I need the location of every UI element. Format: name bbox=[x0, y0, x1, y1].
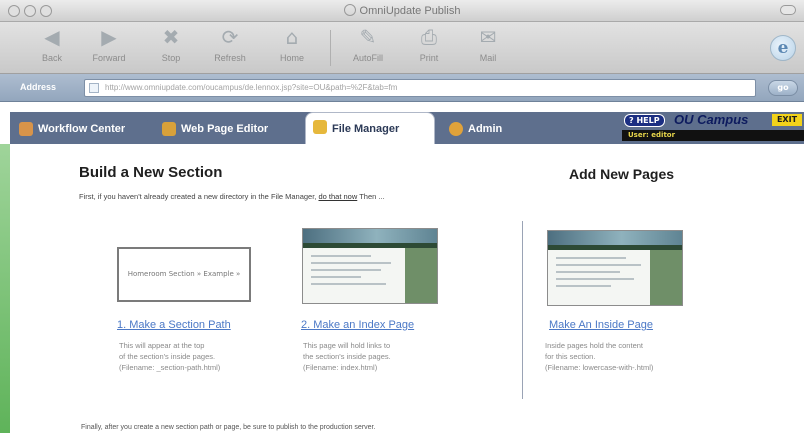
address-label: Address bbox=[20, 82, 57, 92]
forward-button[interactable]: ▶ Forward bbox=[81, 26, 137, 70]
stop-button[interactable]: ✖ Stop bbox=[143, 26, 199, 70]
intro-text: First, if you haven't already created a … bbox=[79, 192, 385, 201]
exit-button[interactable]: EXIT bbox=[772, 114, 802, 126]
refresh-button[interactable]: ⟳ Refresh bbox=[202, 26, 258, 70]
window-titlebar: OmniUpdate Publish bbox=[0, 0, 804, 22]
go-button[interactable]: go bbox=[768, 80, 798, 96]
tab-workflow-center[interactable]: Workflow Center bbox=[12, 115, 148, 144]
page-icon bbox=[89, 83, 99, 93]
section-path-thumb-text: Homeroom Section » Example » bbox=[127, 270, 241, 278]
refresh-icon: ⟳ bbox=[221, 25, 239, 49]
page-globe-icon bbox=[343, 4, 356, 16]
workflow-icon bbox=[19, 122, 33, 136]
back-arrow-icon: ◀ bbox=[44, 25, 60, 49]
forward-arrow-icon: ▶ bbox=[101, 25, 117, 49]
user-status-bar: User: editor bbox=[622, 130, 804, 141]
user-label: User: editor bbox=[628, 131, 676, 139]
toolbar-separator bbox=[330, 30, 331, 66]
browser-window: OmniUpdate Publish ◀ Back ▶ Forward ✖ St… bbox=[0, 0, 804, 433]
editor-icon bbox=[162, 122, 176, 136]
autofill-icon: ✎ bbox=[359, 25, 377, 49]
tab-web-page-editor[interactable]: Web Page Editor bbox=[155, 115, 295, 144]
section-path-description: This will appear at the top of the secti… bbox=[119, 341, 221, 372]
make-index-page-link[interactable]: 2. Make an Index Page bbox=[301, 319, 414, 331]
window-title: OmniUpdate Publish bbox=[0, 4, 804, 17]
footer-note: Finally, after you create a new section … bbox=[81, 424, 376, 431]
make-inside-page-link[interactable]: Make An Inside Page bbox=[549, 319, 653, 331]
index-page-thumbnail[interactable] bbox=[302, 228, 438, 304]
ou-campus-logo: OU Campus bbox=[674, 112, 749, 127]
help-button[interactable]: ? HELP bbox=[624, 114, 665, 127]
folder-icon bbox=[313, 120, 327, 134]
print-button[interactable]: ⎙ Print bbox=[401, 26, 457, 70]
url-input[interactable]: http://www.omniupdate.com/oucampus/de.le… bbox=[84, 79, 756, 97]
make-section-path-link[interactable]: 1. Make a Section Path bbox=[117, 319, 231, 331]
ou-campus-brand: ? HELP OU Campus EXIT User: editor bbox=[610, 112, 804, 144]
browser-toolbar: ◀ Back ▶ Forward ✖ Stop ⟳ Refresh ⌂ Home… bbox=[0, 22, 804, 74]
build-section-heading: Build a New Section bbox=[79, 164, 223, 181]
tab-file-manager[interactable]: File Manager bbox=[305, 112, 435, 144]
app-tab-strip: Workflow Center Web Page Editor File Man… bbox=[0, 102, 804, 144]
index-page-description: This page will hold links to the section… bbox=[303, 341, 391, 372]
admin-person-icon bbox=[449, 122, 463, 136]
back-button[interactable]: ◀ Back bbox=[24, 26, 80, 70]
inside-page-thumbnail[interactable] bbox=[547, 230, 683, 306]
home-button[interactable]: ⌂ Home bbox=[264, 26, 320, 70]
url-text: http://www.omniupdate.com/oucampus/de.le… bbox=[105, 83, 398, 92]
do-that-now-link[interactable]: do that now bbox=[318, 192, 357, 201]
browser-logo-icon: e bbox=[770, 35, 796, 61]
home-icon: ⌂ bbox=[285, 25, 299, 49]
add-pages-heading: Add New Pages bbox=[569, 166, 675, 182]
toolbar-toggle-button[interactable] bbox=[780, 5, 796, 15]
question-icon: ? bbox=[629, 116, 634, 125]
stop-icon: ✖ bbox=[162, 25, 180, 49]
mail-button[interactable]: ✉ Mail bbox=[460, 26, 516, 70]
section-path-thumbnail[interactable]: Homeroom Section » Example » bbox=[117, 247, 251, 302]
tab-admin[interactable]: Admin bbox=[442, 115, 530, 144]
column-divider bbox=[522, 221, 523, 399]
mail-icon: ✉ bbox=[479, 25, 497, 49]
main-content: Build a New Section First, if you haven'… bbox=[10, 144, 804, 433]
desktop-background bbox=[0, 144, 10, 433]
autofill-button[interactable]: ✎ AutoFill bbox=[340, 26, 396, 70]
inside-page-description: Inside pages hold the content for this s… bbox=[545, 341, 654, 372]
address-bar: Address http://www.omniupdate.com/oucamp… bbox=[0, 74, 804, 102]
print-icon: ⎙ bbox=[421, 25, 437, 49]
